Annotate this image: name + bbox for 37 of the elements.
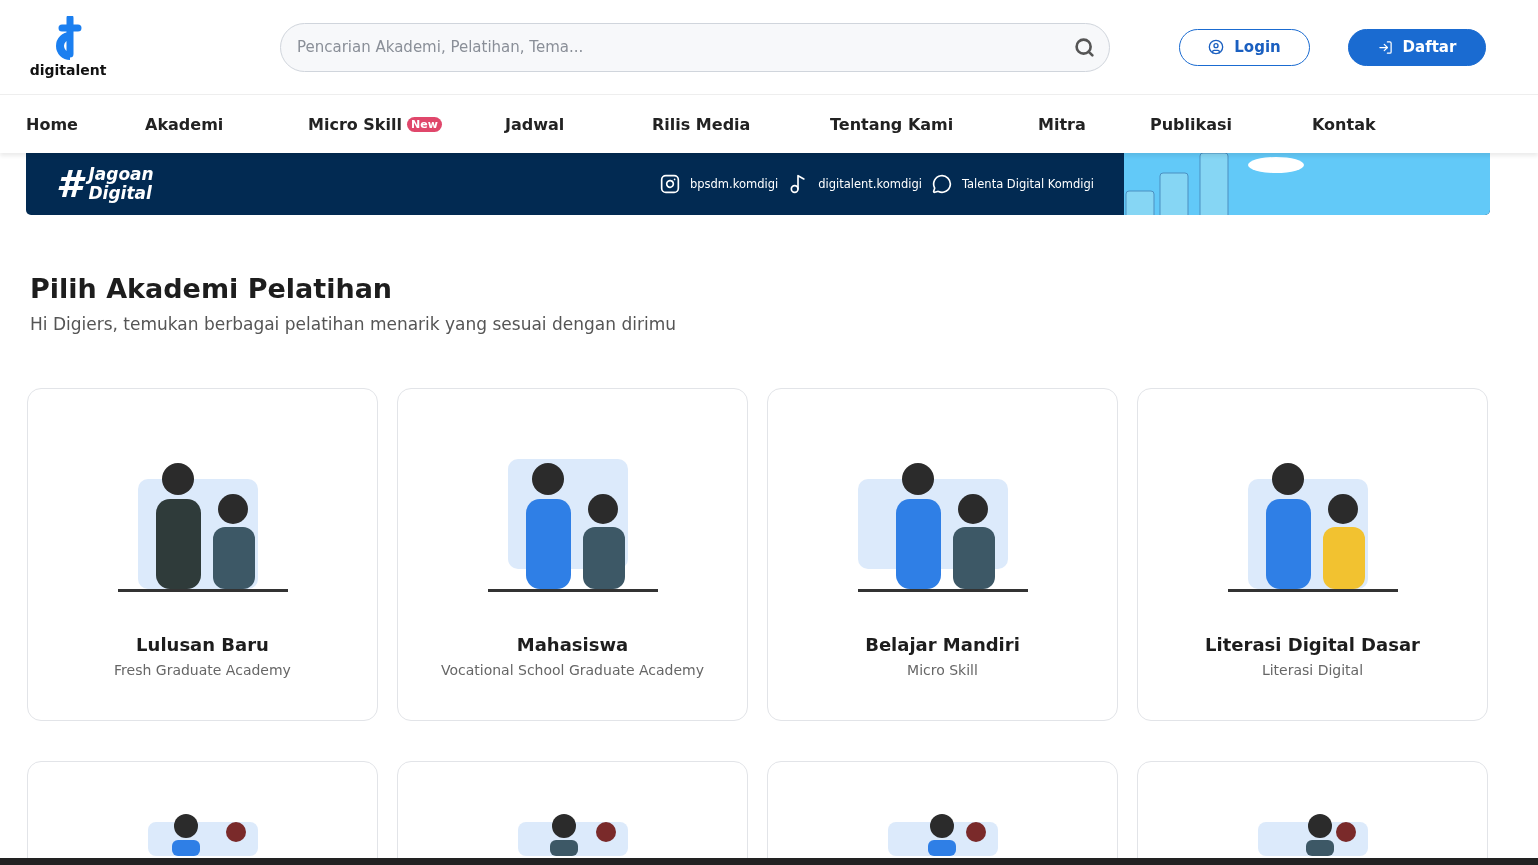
search-input[interactable]: Pencarian Akademi, Pelatihan, Tema... bbox=[295, 37, 1074, 57]
nav-link[interactable]: Kontak bbox=[1312, 114, 1376, 134]
new-badge: New bbox=[406, 116, 442, 132]
nav-link[interactable]: Publikasi bbox=[1150, 114, 1232, 134]
social-handle: bpsdm.komdigi bbox=[689, 177, 779, 191]
camera-icon bbox=[659, 174, 680, 194]
chat-bubble-icon bbox=[931, 174, 952, 194]
nav-link[interactable]: Micro Skill New bbox=[308, 114, 442, 134]
card-subtitle: Micro Skill bbox=[907, 662, 978, 678]
login-button[interactable]: Login bbox=[1179, 28, 1310, 66]
card-subtitle: Literasi Digital bbox=[1261, 662, 1364, 678]
card-title: Literasi Digital Dasar bbox=[1205, 634, 1420, 655]
social-handle: digitalent.komdigi bbox=[818, 177, 922, 191]
section-title: Pilih Akademi Pelatihan bbox=[30, 273, 394, 304]
academy-card[interactable]: Mahasiswa Vocational School Graduate Academy bbox=[397, 388, 748, 721]
logo-text: digitalent bbox=[29, 62, 107, 78]
user-icon bbox=[1208, 39, 1225, 55]
card-title: Mahasiswa bbox=[516, 634, 629, 655]
nav-link[interactable]: Rilis Media bbox=[652, 114, 751, 134]
search-icon[interactable] bbox=[1074, 36, 1095, 58]
section-subtitle: Hi Digiers, temukan berbagai pelatihan menarik yang sesuai dengan dirimu bbox=[30, 314, 677, 334]
sign-in-icon bbox=[1377, 39, 1393, 55]
card-subtitle: Fresh Graduate Academy bbox=[114, 662, 291, 678]
nav-link[interactable]: Akademi bbox=[145, 114, 224, 134]
academy-card[interactable]: Literasi Digital Dasar Literasi Digital bbox=[1137, 388, 1488, 721]
nav-link[interactable]: Jadwal bbox=[505, 114, 565, 134]
search-field[interactable]: Pencarian Akademi, Pelatihan, Tema... bbox=[280, 22, 1110, 72]
academy-card[interactable]: Belajar Mandiri Micro Skill bbox=[767, 388, 1118, 721]
register-button[interactable]: Daftar bbox=[1348, 28, 1486, 66]
social-handle: Talenta Digital Komdigi bbox=[961, 177, 1094, 191]
card-title: Lulusan Baru bbox=[136, 634, 269, 655]
academy-card[interactable]: Lulusan Baru Fresh Graduate Academy bbox=[27, 388, 378, 721]
card-title: Belajar Mandiri bbox=[865, 634, 1020, 655]
card-subtitle: Vocational School Graduate Academy bbox=[440, 662, 705, 678]
nav-link[interactable]: Tentang Kami bbox=[830, 114, 954, 134]
nav-link[interactable]: Mitra bbox=[1038, 114, 1086, 134]
nav-link[interactable]: Home bbox=[26, 114, 78, 134]
